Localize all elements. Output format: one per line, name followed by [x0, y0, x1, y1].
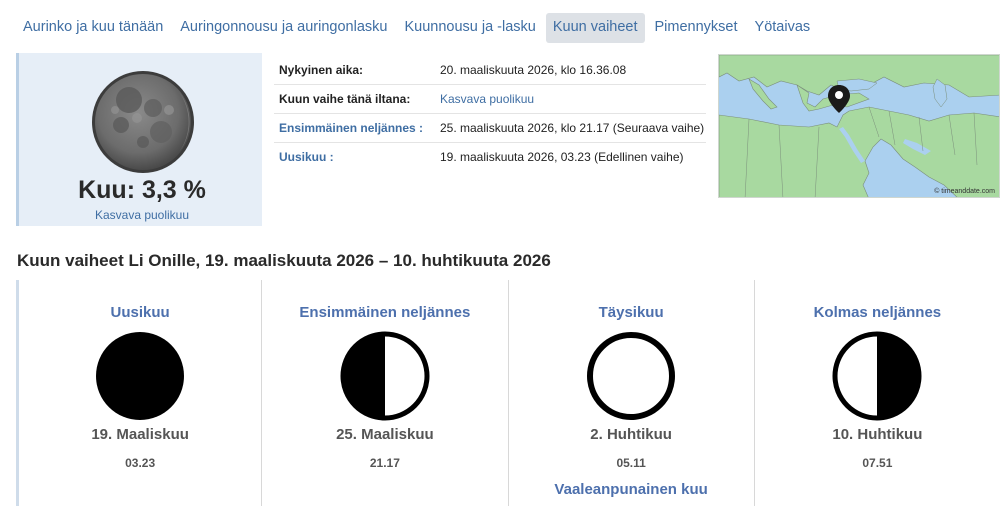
- moon-phases-list: Uusikuu 19. Maaliskuu 03.23 Ensimmäinen …: [16, 280, 1000, 506]
- phase-card-full-moon: Täysikuu 2. Huhtikuu 05.11 Vaaleanpunain…: [507, 280, 754, 506]
- phase-date: 2. Huhtikuu: [590, 426, 672, 443]
- phase-time: 05.11: [616, 456, 646, 470]
- info-value: 25. maaliskuuta 2026, klo 21.17 (Seuraav…: [440, 121, 705, 135]
- info-row-tonight-phase: Kuun vaihe tänä iltana: Kasvava puolikuu: [274, 85, 706, 114]
- tab-moonrise-moonset[interactable]: Kuunnousu ja -lasku: [397, 13, 542, 43]
- info-key-link[interactable]: Ensimmäinen neljännes :: [274, 114, 436, 142]
- tab-eclipses[interactable]: Pimennykset: [648, 13, 745, 43]
- section-title: Kuun vaiheet Li Onille, 19. maaliskuuta …: [17, 251, 551, 270]
- info-value-link[interactable]: Kasvava puolikuu: [436, 85, 706, 113]
- info-row-next-phase: Ensimmäinen neljännes : 25. maaliskuuta …: [274, 114, 706, 143]
- phase-date: 25. Maaliskuu: [336, 426, 434, 443]
- pink-moon-link[interactable]: Vaaleanpunainen kuu: [509, 481, 754, 498]
- phase-card-first-quarter: Ensimmäinen neljännes 25. Maaliskuu 21.1…: [261, 280, 507, 506]
- full-moon-icon: [587, 332, 676, 420]
- phase-card-new-moon: Uusikuu 19. Maaliskuu 03.23: [16, 280, 261, 506]
- info-key: Kuun vaihe tänä iltana:: [279, 92, 411, 106]
- phase-name-link[interactable]: Uusikuu: [19, 304, 261, 321]
- location-map[interactable]: © timeanddate.com: [718, 54, 1000, 198]
- moon-illumination: Kuu: 3,3 %: [78, 176, 206, 204]
- phase-date: 10. Huhtikuu: [832, 426, 923, 443]
- last-quarter-icon: [832, 331, 922, 421]
- phase-name-link[interactable]: Ensimmäinen neljännes: [262, 304, 507, 321]
- phase-name-link[interactable]: Täysikuu: [509, 304, 754, 321]
- moon-image-icon: [92, 71, 194, 173]
- info-value: 19. maaliskuuta 2026, 03.23 (Edellinen v…: [440, 150, 684, 164]
- phase-time: 21.17: [369, 456, 400, 470]
- phase-date: 19. Maaliskuu: [91, 426, 189, 443]
- new-moon-icon: [96, 332, 185, 420]
- phase-time: 07.51: [862, 456, 893, 470]
- info-value: 20. maaliskuuta 2026, klo 16.36.08: [440, 63, 627, 77]
- info-row-previous-phase: Uusikuu : 19. maaliskuuta 2026, 03.23 (E…: [274, 143, 706, 171]
- nav-tabs: Aurinko ja kuu tänään Auringonnousu ja a…: [16, 13, 820, 43]
- tab-night-sky[interactable]: Yötaivas: [748, 13, 818, 43]
- phase-card-last-quarter: Kolmas neljännes 10. Huhtikuu 07.51: [753, 280, 1000, 506]
- current-moon-panel: Kuu: 3,3 % Kasvava puolikuu: [16, 53, 262, 226]
- moon-phase-link[interactable]: Kasvava puolikuu: [19, 208, 265, 222]
- info-key: Nykyinen aika:: [279, 63, 364, 77]
- first-quarter-icon: [340, 331, 430, 421]
- tab-sunrise-sunset[interactable]: Auringonnousu ja auringonlasku: [173, 13, 394, 43]
- moon-info-table: Nykyinen aika: 20. maaliskuuta 2026, klo…: [274, 56, 706, 171]
- phase-name-link[interactable]: Kolmas neljännes: [755, 304, 1000, 321]
- info-row-current-time: Nykyinen aika: 20. maaliskuuta 2026, klo…: [274, 56, 706, 85]
- map-credit: © timeanddate.com: [934, 188, 995, 195]
- phase-time: 03.23: [125, 456, 156, 470]
- tab-sun-and-moon-today[interactable]: Aurinko ja kuu tänään: [16, 13, 170, 43]
- map-image: [719, 55, 999, 197]
- tab-moon-phases[interactable]: Kuun vaiheet: [545, 13, 645, 43]
- info-key-link[interactable]: Uusikuu :: [274, 143, 436, 171]
